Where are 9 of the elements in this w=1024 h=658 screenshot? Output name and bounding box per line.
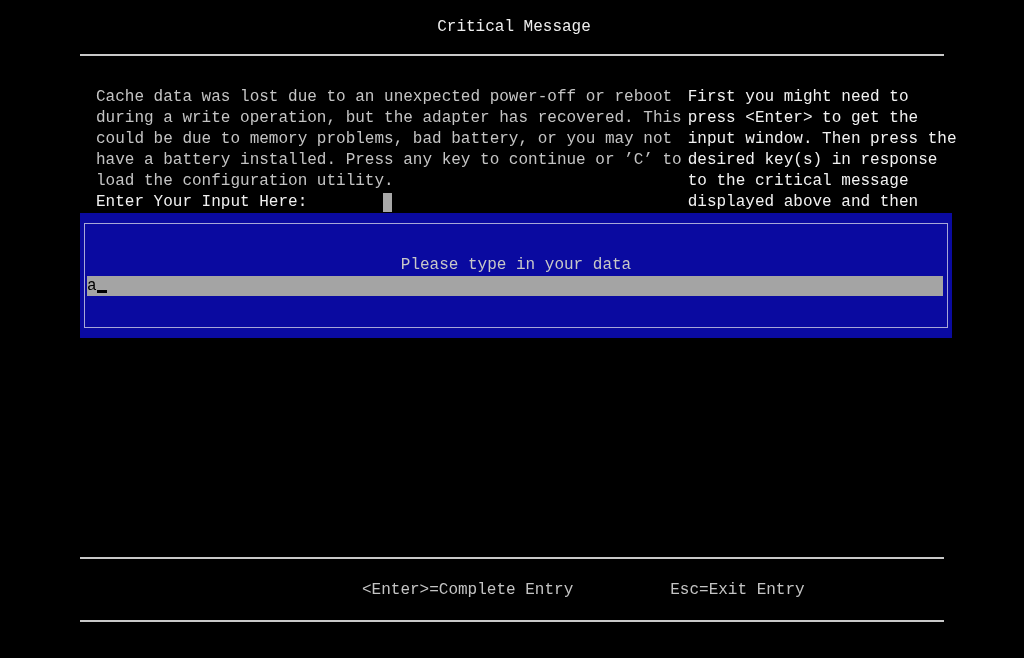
input-label: Enter Your Input Here: <box>96 192 308 213</box>
input-field[interactable]: a <box>87 276 943 296</box>
key-hint: <Enter>=Complete Entry <box>362 580 574 599</box>
text-cursor <box>383 193 393 212</box>
key-hint: Esc=Exit Entry <box>670 580 805 599</box>
window-title: Critical Message <box>437 18 591 36</box>
dialog-prompt: Please type in your data <box>400 255 632 276</box>
message-text: Cache data was lost due to an unexpected power-off or reboot during a write operation, but the adapter has recovered. This could be due to memory problems, bad battery, or you may not have a battery installed. Press any key to continue or ’C’ to load the configuration utility. <box>96 87 682 192</box>
help-text: First you might need to press <Enter> to get the input window. Then press the desired key(s) in response to the critical message displayed above and then <box>687 87 957 213</box>
